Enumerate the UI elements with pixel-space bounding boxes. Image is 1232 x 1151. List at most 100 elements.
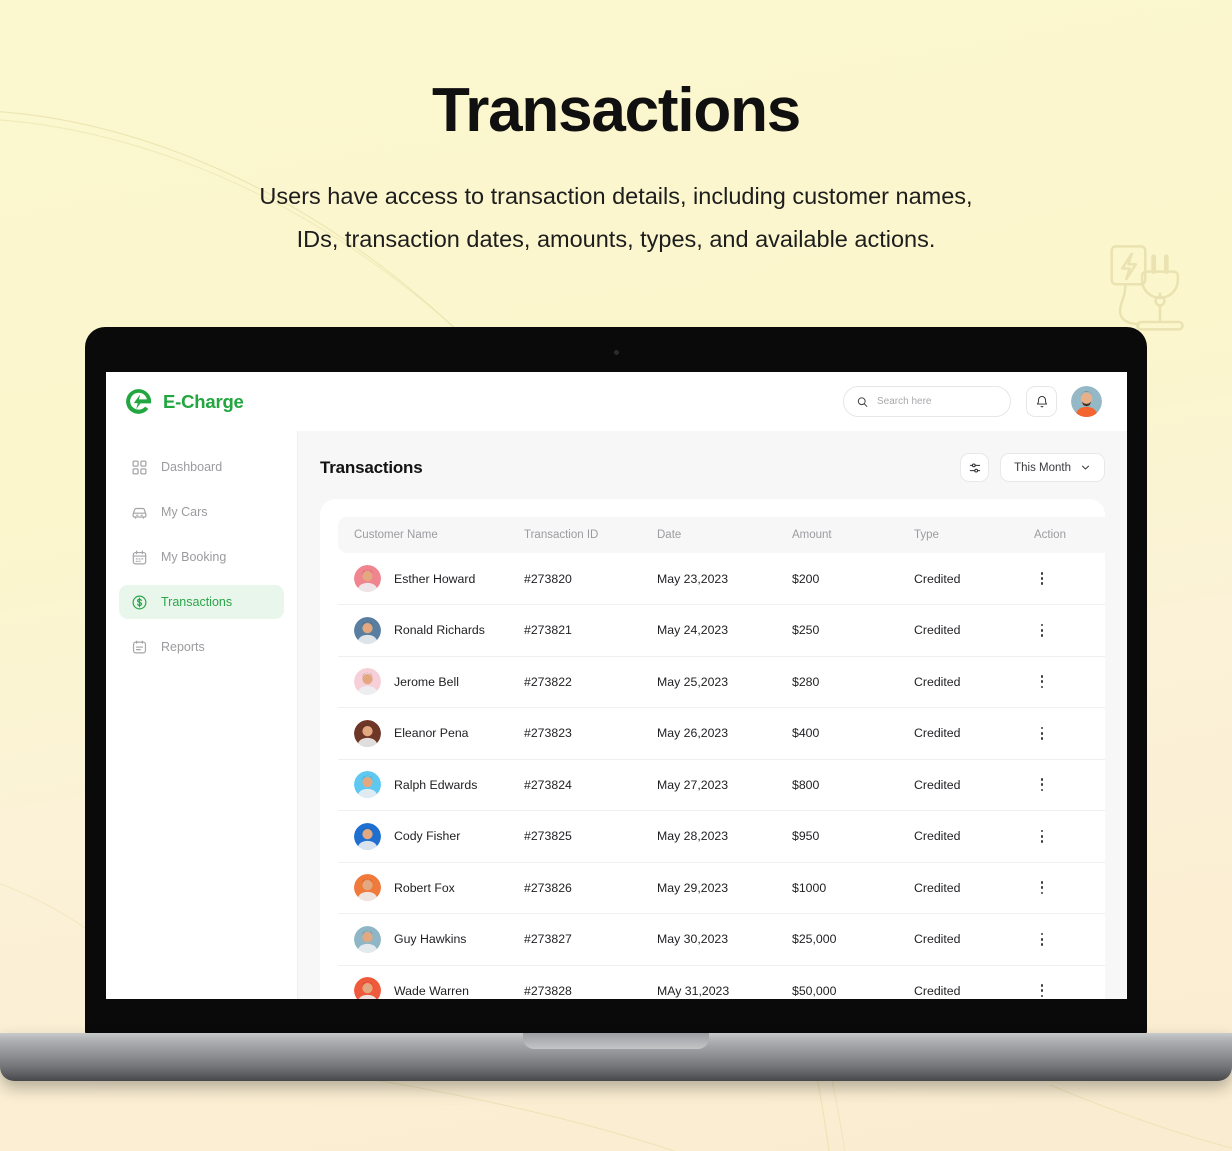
- kebab-menu-icon[interactable]: [1034, 777, 1050, 793]
- sidebar-item-my-booking[interactable]: My Booking: [119, 540, 284, 574]
- customer-cell: Wade Warren: [338, 977, 524, 999]
- column-header-action[interactable]: Action: [1034, 517, 1105, 553]
- table-row[interactable]: Jerome Bell #273822 May 25,2023 $280 Credite…: [338, 656, 1105, 708]
- cell-type: Credited: [914, 604, 1034, 657]
- page-root: Transactions Users have access to transa…: [0, 0, 1232, 1151]
- cell-date: May 26,2023: [657, 707, 792, 760]
- cell-date: May 23,2023: [657, 553, 792, 605]
- kebab-menu-icon[interactable]: [1034, 983, 1050, 999]
- echarge-logo-icon: [126, 389, 152, 414]
- grid-icon: [132, 459, 147, 475]
- chevron-down-icon: [1082, 465, 1089, 470]
- table-row[interactable]: Robert Fox #273826 May 29,2023 $1000 Credite…: [338, 862, 1105, 914]
- cell-action: [1034, 553, 1105, 605]
- cell-transaction-id: #273822: [524, 656, 657, 708]
- filter-button[interactable]: [960, 453, 990, 482]
- sidebar-item-dashboard[interactable]: Dashboard: [119, 450, 284, 484]
- avatar-image: [354, 977, 381, 999]
- customer-name-label: Esther Howard: [394, 571, 476, 586]
- sidebar-item-label: Transactions: [161, 595, 233, 609]
- cell-transaction-id: #273825: [524, 810, 657, 863]
- main-header: Transactions This Month: [320, 453, 1105, 482]
- cell-type: Credited: [914, 656, 1034, 708]
- calendar-icon: [132, 550, 147, 564]
- cell-customer-name: Jerome Bell: [338, 656, 524, 708]
- kebab-menu-icon[interactable]: [1034, 828, 1050, 844]
- sidebar-item-label: My Booking: [161, 550, 227, 564]
- table-row[interactable]: Cody Fisher #273825 May 28,2023 $950 Credite…: [338, 810, 1105, 863]
- table-header-row: Customer Name Transaction ID Date Amount…: [338, 517, 1105, 553]
- laptop-camera-icon: [613, 350, 619, 355]
- avatar-image: [354, 719, 381, 747]
- avatar: [354, 771, 381, 799]
- section-title: Transactions: [320, 457, 423, 477]
- cell-date: May 25,2023: [657, 656, 792, 708]
- sidebar-item-reports[interactable]: Reports: [119, 630, 284, 664]
- customer-name-label: Robert Fox: [394, 880, 455, 895]
- cell-amount: $800: [792, 759, 914, 811]
- cell-date: MAy 31,2023: [657, 965, 792, 999]
- cell-amount: $950: [792, 810, 914, 863]
- kebab-menu-icon[interactable]: [1034, 571, 1050, 587]
- sidebar: Dashboard My Cars My Booking Transaction…: [106, 431, 298, 999]
- kebab-menu-icon[interactable]: [1034, 622, 1050, 638]
- avatar-image: [354, 565, 381, 592]
- column-header-type[interactable]: Type: [914, 517, 1034, 553]
- table-row[interactable]: Ralph Edwards #273824 May 27,2023 $800 Credi…: [338, 759, 1105, 811]
- car-icon: [132, 507, 147, 519]
- cell-amount: $200: [792, 553, 914, 605]
- filter-sliders-icon: [969, 462, 980, 473]
- page-subtitle-line-1: Users have access to transaction details…: [259, 183, 973, 210]
- sidebar-item-my-cars[interactable]: My Cars: [119, 495, 284, 529]
- search-input[interactable]: [877, 396, 997, 407]
- brand-logo[interactable]: E-Charge: [124, 387, 300, 416]
- period-filter-label: This Month: [1014, 461, 1071, 474]
- cell-transaction-id: #273826: [524, 862, 657, 914]
- app-screen: E-Charge Search here Dashboard My Cars M…: [106, 372, 1127, 999]
- table-row[interactable]: Eleanor Pena #273823 May 26,2023 $400 Credit…: [338, 707, 1105, 760]
- cell-date: May 29,2023: [657, 862, 792, 914]
- transactions-table-card: Customer Name Transaction ID Date Amount…: [320, 499, 1105, 999]
- period-filter-dropdown[interactable]: This Month: [1000, 453, 1105, 482]
- cell-date: May 30,2023: [657, 913, 792, 966]
- search-box[interactable]: [843, 386, 1011, 417]
- column-header-customer-name[interactable]: Customer Name: [338, 517, 524, 553]
- table-body: Esther Howard #273820 May 23,2023 $200 Credi…: [338, 553, 1105, 999]
- document-icon: [132, 640, 147, 653]
- cell-action: [1034, 965, 1105, 999]
- cell-transaction-id: #273824: [524, 759, 657, 811]
- page-subtitle-line-2: IDs, transaction dates, amounts, types, …: [296, 225, 936, 252]
- cell-customer-name: Ralph Edwards: [338, 759, 524, 811]
- kebab-menu-icon[interactable]: [1034, 674, 1050, 690]
- kebab-menu-icon[interactable]: [1034, 931, 1050, 947]
- table-row[interactable]: Guy Hawkins #273827 May 30,2023 $25,000 Cred…: [338, 913, 1105, 966]
- customer-cell: Ronald Richards: [338, 616, 524, 644]
- avatar: [354, 977, 381, 999]
- table-row[interactable]: Ronald Richards #273821 May 24,2023 $250 Cre…: [338, 604, 1105, 657]
- cell-customer-name: Esther Howard: [338, 553, 524, 605]
- avatar: [354, 925, 381, 953]
- cell-transaction-id: #273823: [524, 707, 657, 760]
- avatar-image: [354, 668, 381, 696]
- cell-action: [1034, 862, 1105, 914]
- column-header-transaction-id[interactable]: Transaction ID: [524, 517, 657, 553]
- table-row[interactable]: Wade Warren #273828 MAy 31,2023 $50,000 Cred…: [338, 965, 1105, 999]
- page-title: Transactions: [431, 76, 801, 145]
- avatar: [354, 616, 381, 644]
- avatar: [354, 668, 381, 696]
- cell-action: [1034, 913, 1105, 966]
- table-head: Customer Name Transaction ID Date Amount…: [338, 517, 1105, 553]
- cell-date: May 27,2023: [657, 759, 792, 811]
- sidebar-item-transactions[interactable]: Transactions: [119, 585, 284, 619]
- user-avatar[interactable]: [1071, 386, 1102, 417]
- avatar-image: [1071, 386, 1102, 417]
- cell-type: Credited: [914, 965, 1034, 999]
- notifications-button[interactable]: [1026, 386, 1057, 417]
- kebab-menu-icon[interactable]: [1034, 725, 1050, 741]
- kebab-menu-icon[interactable]: [1034, 880, 1050, 896]
- column-header-date[interactable]: Date: [657, 517, 792, 553]
- table-row[interactable]: Esther Howard #273820 May 23,2023 $200 Credi…: [338, 553, 1105, 605]
- cell-amount: $400: [792, 707, 914, 760]
- column-header-amount[interactable]: Amount: [792, 517, 914, 553]
- sidebar-item-label: Reports: [161, 640, 205, 654]
